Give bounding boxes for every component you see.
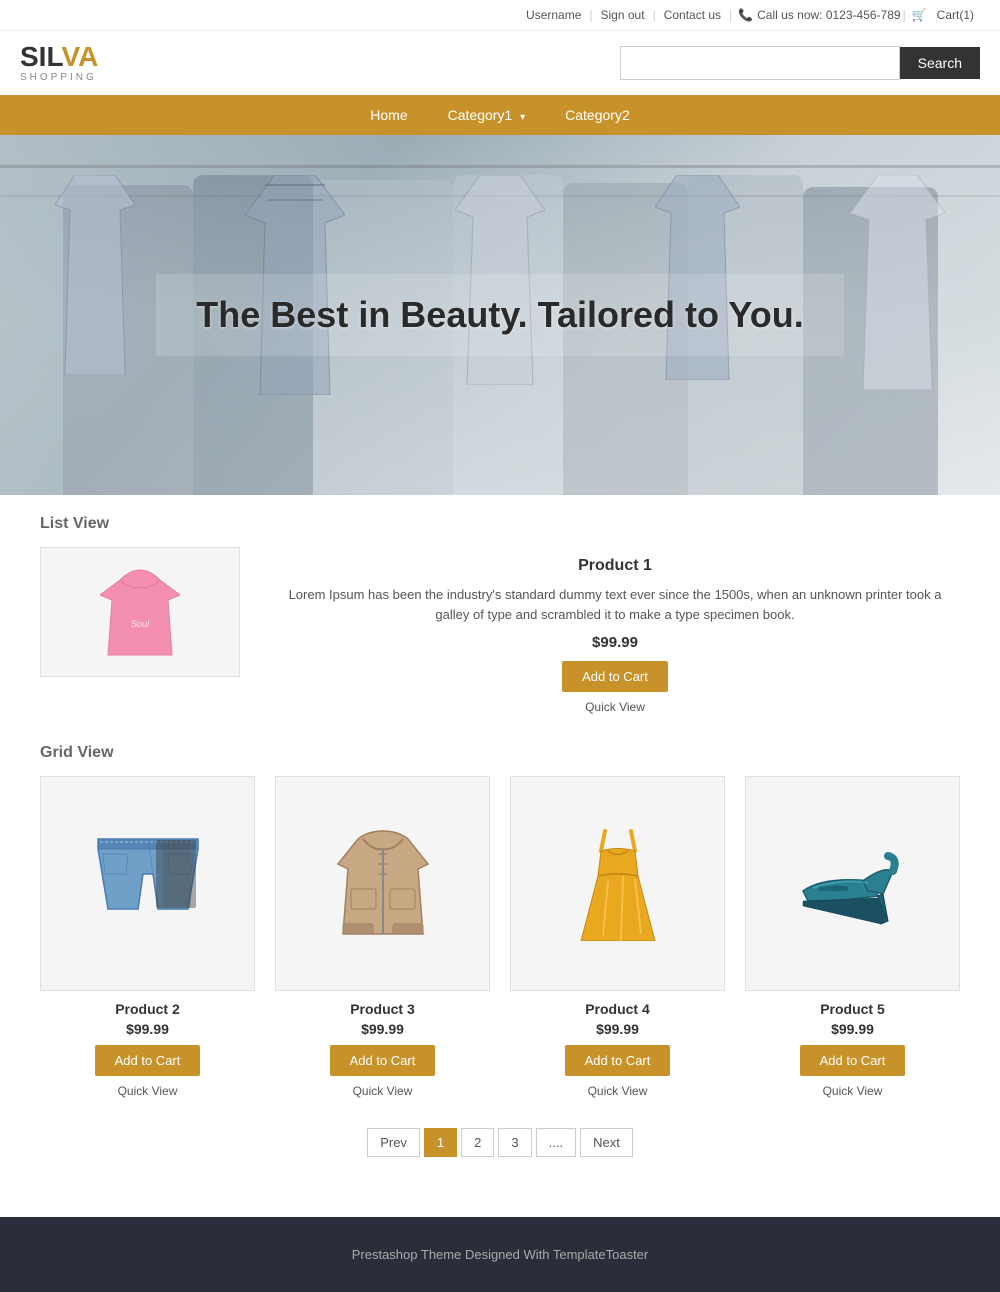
grid-product-3: Product 3 $99.99 Add to Cart Quick View [275, 776, 490, 1098]
main-nav: Home Category1 ▾ Category2 [0, 95, 1000, 135]
clothing-shape-1 [55, 175, 135, 375]
username-link[interactable]: Username [526, 8, 581, 22]
product5-add-to-cart[interactable]: Add to Cart [800, 1045, 906, 1076]
logo-sil: SIL [20, 41, 61, 72]
grid-product-2: Product 2 $99.99 Add to Cart Quick View [40, 776, 255, 1098]
top-bar: Username | Sign out | Contact us | 📞 Cal… [0, 0, 1000, 31]
logo-sub: SHOPPING [20, 73, 98, 83]
product2-image [40, 776, 255, 991]
product1-image: Soul [40, 547, 240, 677]
product4-price: $99.99 [510, 1021, 725, 1037]
product3-add-to-cart[interactable]: Add to Cart [330, 1045, 436, 1076]
product2-shorts-svg [88, 834, 208, 934]
pagination-next[interactable]: Next [580, 1128, 633, 1157]
list-view: Soul Product 1 Lorem Ipsum has been the … [40, 547, 960, 714]
product1-tshirt-svg: Soul [100, 565, 180, 660]
product1-description: Lorem Ipsum has been the industry's stan… [270, 585, 960, 624]
pagination-prev[interactable]: Prev [367, 1128, 420, 1157]
pagination-page-1[interactable]: 1 [424, 1128, 457, 1157]
sep1: | [589, 8, 592, 22]
pagination: Prev 1 2 3 .... Next [40, 1128, 960, 1157]
product3-jacket-svg [333, 829, 433, 939]
product4-quick-view[interactable]: Quick View [510, 1084, 725, 1098]
list-view-title: List View [40, 515, 960, 533]
product2-add-to-cart[interactable]: Add to Cart [95, 1045, 201, 1076]
product4-image [510, 776, 725, 991]
hero-text: The Best in Beauty. Tailored to You. [156, 274, 843, 356]
cart-link[interactable]: Cart(1) [937, 8, 974, 22]
hero-banner: The Best in Beauty. Tailored to You. [0, 135, 1000, 495]
search-input[interactable] [620, 46, 900, 80]
product1-name: Product 1 [270, 557, 960, 575]
product2-quick-view[interactable]: Quick View [40, 1084, 255, 1098]
search-bar: Search [620, 46, 980, 80]
sep3: | [729, 8, 732, 22]
product1-info: Product 1 Lorem Ipsum has been the indus… [270, 547, 960, 714]
grid-view-title: Grid View [40, 744, 960, 762]
phone-label: Call us now: 0123-456-789 [757, 8, 900, 22]
footer: Prestashop Theme Designed With TemplateT… [0, 1217, 1000, 1292]
grid-view: Product 2 $99.99 Add to Cart Quick View [40, 776, 960, 1098]
grid-product-4: Product 4 $99.99 Add to Cart Quick View [510, 776, 725, 1098]
clothing-shape-5 [850, 175, 945, 390]
pagination-page-2[interactable]: 2 [461, 1128, 494, 1157]
product5-heels-svg [793, 836, 913, 931]
header: SILVA SHOPPING Search [0, 31, 1000, 95]
product5-quick-view[interactable]: Quick View [745, 1084, 960, 1098]
contact-link[interactable]: Contact us [664, 8, 721, 22]
pagination-page-3[interactable]: 3 [498, 1128, 531, 1157]
nav-link-home[interactable]: Home [350, 95, 427, 135]
cart-icon: 🛒 [912, 8, 927, 22]
product1-add-to-cart[interactable]: Add to Cart [562, 661, 668, 692]
footer-text: Prestashop Theme Designed With TemplateT… [20, 1247, 980, 1262]
product4-dress-svg [573, 826, 663, 941]
product3-quick-view[interactable]: Quick View [275, 1084, 490, 1098]
signout-link[interactable]: Sign out [601, 8, 645, 22]
sep2: | [653, 8, 656, 22]
search-button[interactable]: Search [900, 47, 980, 79]
nav-item-category1[interactable]: Category1 ▾ [428, 95, 546, 135]
product5-price: $99.99 [745, 1021, 960, 1037]
product2-price: $99.99 [40, 1021, 255, 1037]
phone-icon: 📞 [738, 8, 753, 22]
nav-item-home[interactable]: Home [350, 95, 427, 135]
nav-link-category2[interactable]: Category2 [545, 95, 650, 135]
logo-va: VA [61, 41, 98, 72]
main-content: List View Soul Product 1 Lorem Ipsum has… [20, 495, 980, 1217]
product1-quick-view[interactable]: Quick View [270, 700, 960, 714]
product3-price: $99.99 [275, 1021, 490, 1037]
dropdown-arrow: ▾ [520, 112, 525, 123]
product2-name: Product 2 [40, 1001, 255, 1017]
pagination-ellipsis: .... [536, 1128, 576, 1157]
product3-name: Product 3 [275, 1001, 490, 1017]
sep4: | [903, 8, 906, 22]
product3-image [275, 776, 490, 991]
svg-text:Soul: Soul [131, 619, 150, 629]
product5-image [745, 776, 960, 991]
product4-add-to-cart[interactable]: Add to Cart [565, 1045, 671, 1076]
grid-product-5: Product 5 $99.99 Add to Cart Quick View [745, 776, 960, 1098]
product5-name: Product 5 [745, 1001, 960, 1017]
logo[interactable]: SILVA SHOPPING [20, 43, 98, 83]
product1-price: $99.99 [270, 634, 960, 651]
nav-link-category1[interactable]: Category1 ▾ [428, 95, 546, 135]
product4-name: Product 4 [510, 1001, 725, 1017]
nav-item-category2[interactable]: Category2 [545, 95, 650, 135]
